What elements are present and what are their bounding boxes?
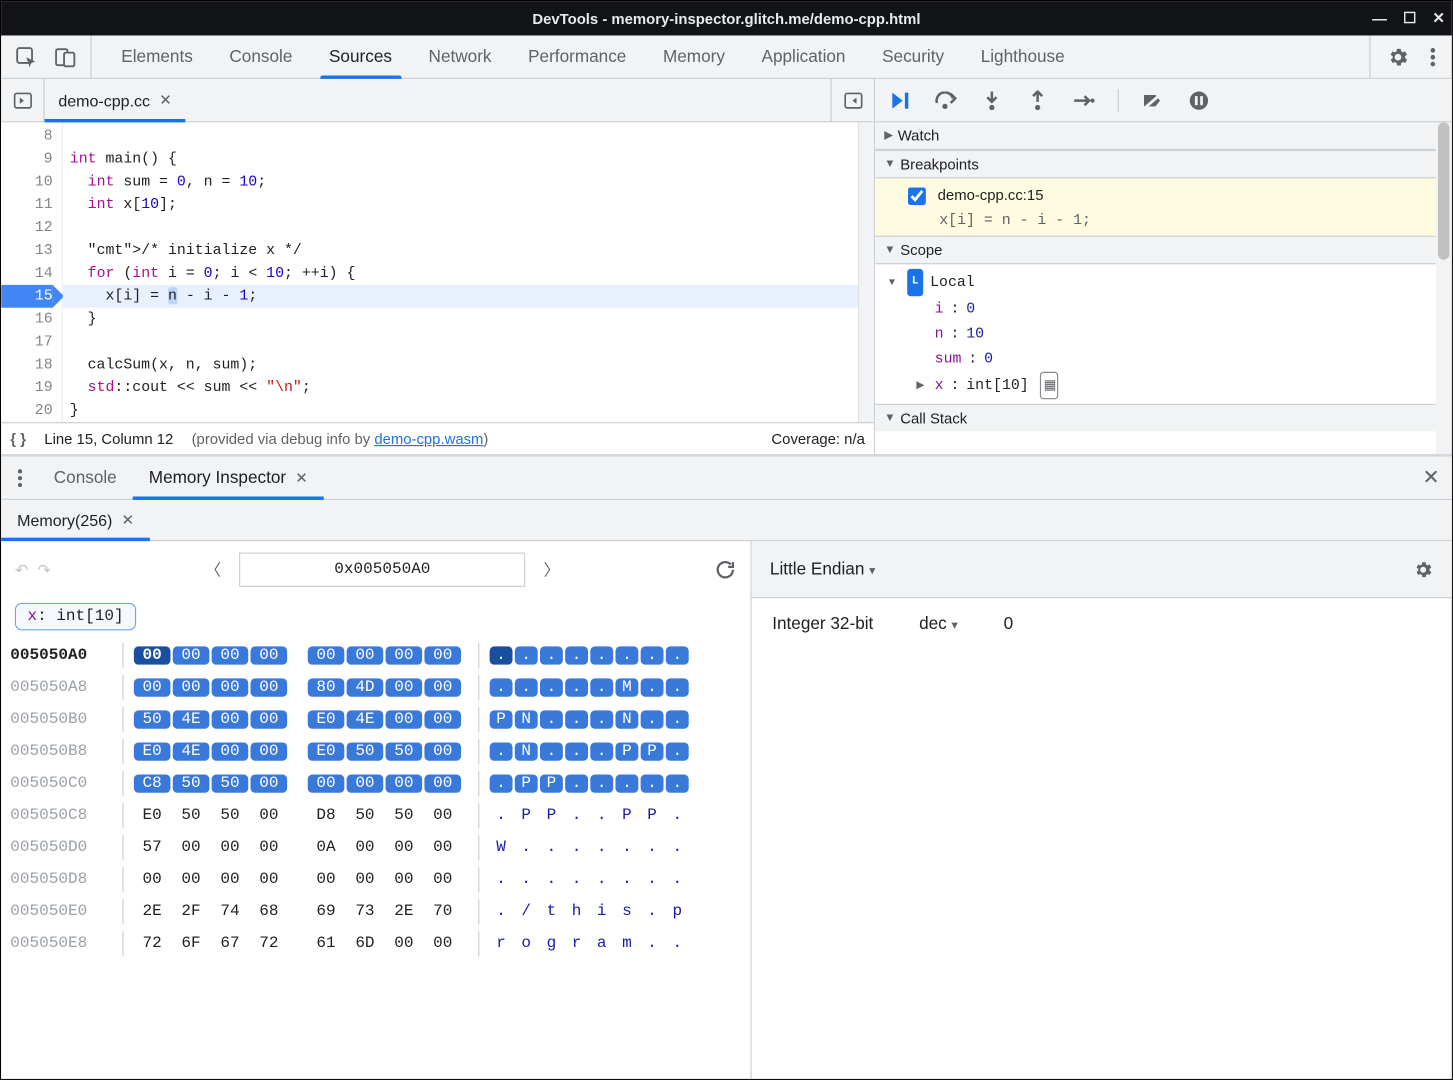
line-gutter[interactable]: 891011121314151617181920 (1, 122, 63, 422)
debug-info-source: (provided via debug info by demo-cpp.was… (192, 430, 489, 447)
resume-icon[interactable] (887, 86, 914, 113)
settings-gear-icon[interactable] (1387, 45, 1410, 68)
tab-sources[interactable]: Sources (311, 35, 411, 77)
window-close-icon[interactable]: ✕ (1432, 9, 1444, 27)
pretty-print-icon[interactable]: { } (10, 430, 26, 447)
debug-toolbar (875, 79, 1452, 122)
breakpoint-label: demo-cpp.cc:15 (938, 186, 1044, 203)
memory-nav-bar: ↶ ↷ 〈 0x005050A0 〉 (1, 541, 750, 598)
file-tab-label: demo-cpp.cc (58, 91, 150, 109)
breakpoints-section-header[interactable]: ▼Breakpoints (875, 150, 1452, 179)
scope-var-x[interactable]: ▶x: int[10]▦ (916, 372, 1451, 399)
hex-row[interactable]: 005050B0504E0000E04E0000PN...N.. (10, 704, 741, 736)
window-title: DevTools - memory-inspector.glitch.me/de… (532, 10, 920, 27)
file-tab-strip: demo-cpp.cc ✕ (1, 79, 874, 122)
tab-console[interactable]: Console (211, 35, 311, 77)
tab-elements[interactable]: Elements (103, 35, 211, 77)
breakpoint-snippet: x[i] = n - i - 1; (905, 212, 1438, 229)
breakpoint-checkbox[interactable] (908, 187, 926, 205)
device-toolbar-icon[interactable] (54, 45, 77, 68)
tab-memory[interactable]: Memory (645, 35, 744, 77)
window-minimize-icon[interactable]: — (1372, 10, 1387, 27)
close-icon[interactable]: ✕ (159, 91, 171, 109)
address-input[interactable]: 0x005050A0 (239, 553, 525, 587)
hex-viewer[interactable]: 005050A00000000000000000........005050A8… (1, 639, 750, 959)
close-icon[interactable]: ✕ (122, 511, 134, 529)
scope-section-header[interactable]: ▼Scope (875, 236, 1452, 265)
tab-application[interactable]: Application (743, 35, 864, 77)
memory-subtab[interactable]: Memory(256)✕ (1, 500, 150, 540)
hex-row[interactable]: 005050A800000000804D0000.....M.. (10, 672, 741, 704)
cursor-position: Line 15, Column 12 (44, 430, 173, 447)
tab-security[interactable]: Security (864, 35, 963, 77)
history-back-icon[interactable]: ↶ (15, 560, 28, 579)
hex-row[interactable]: 005050E02E2F746869732E70./this.p (10, 896, 741, 928)
hex-row[interactable]: 005050C0C850500000000000.PP..... (10, 768, 741, 800)
tab-lighthouse[interactable]: Lighthouse (962, 35, 1083, 77)
history-fwd-icon[interactable]: ↷ (37, 560, 50, 579)
deactivate-breakpoints-icon[interactable] (1139, 86, 1166, 113)
navigator-toggle-icon[interactable] (1, 79, 44, 121)
step-over-icon[interactable] (932, 86, 959, 113)
scrollbar-vertical[interactable] (858, 122, 874, 422)
hex-row[interactable]: 005050B8E04E0000E0505000.N...PP. (10, 736, 741, 768)
editor-status-bar: { } Line 15, Column 12 (provided via deb… (1, 422, 874, 454)
endianness-toggle[interactable]: Little Endian ▾ (770, 559, 876, 578)
coverage-status: Coverage: n/a (771, 430, 864, 447)
reveal-in-memory-icon[interactable]: ▦ (1040, 372, 1058, 399)
breakpoint-item[interactable]: demo-cpp.cc:15 x[i] = n - i - 1; (875, 178, 1452, 235)
scope-var-i[interactable]: i: 0 (916, 296, 1451, 321)
window-titlebar: DevTools - memory-inspector.glitch.me/de… (1, 1, 1452, 35)
value-display: 0 (1004, 614, 1014, 633)
object-highlight-tag[interactable]: x: int[10] (15, 603, 136, 630)
step-icon[interactable] (1070, 86, 1097, 113)
scope-var-sum[interactable]: sum: 0 (916, 347, 1451, 372)
hex-row[interactable]: 005050D80000000000000000........ (10, 864, 741, 896)
code-editor[interactable]: int main() { int sum = 0, n = 10; int x[… (63, 122, 858, 422)
value-panel-body: Integer 32-bit dec ▾ 0 (752, 598, 1452, 649)
page-next-icon[interactable]: 〉 (544, 558, 560, 581)
debugger-toggle-icon[interactable] (831, 79, 874, 121)
drawer-more-icon[interactable] (1, 456, 38, 498)
scrollbar-vertical[interactable] (1436, 122, 1452, 454)
page-prev-icon[interactable]: 〈 (205, 558, 221, 581)
step-into-icon[interactable] (978, 86, 1005, 113)
callstack-section-header[interactable]: ▼Call Stack (875, 404, 1452, 431)
drawer-close-icon[interactable]: ✕ (1411, 456, 1452, 498)
hex-row[interactable]: 005050A00000000000000000........ (10, 639, 741, 671)
value-type-label: Integer 32-bit (772, 614, 873, 633)
hex-row[interactable]: 005050E8726F6772616D0000rogram.. (10, 928, 741, 960)
window-maximize-icon[interactable]: ☐ (1403, 9, 1416, 27)
inspect-element-icon[interactable] (15, 45, 38, 68)
wasm-link[interactable]: demo-cpp.wasm (374, 430, 483, 447)
refresh-icon[interactable] (714, 558, 737, 581)
drawer-tab-console[interactable]: Console (38, 456, 133, 498)
tab-performance[interactable]: Performance (510, 35, 645, 77)
value-format-select[interactable]: dec ▾ (919, 614, 958, 633)
drawer-tab-strip: Console Memory Inspector✕ ✕ (1, 456, 1452, 499)
more-menu-icon[interactable] (1430, 45, 1436, 68)
hex-row[interactable]: 005050C8E0505000D8505000.PP..PP. (10, 800, 741, 832)
watch-section-header[interactable]: ▶Watch (875, 122, 1452, 149)
scope-local-header[interactable]: ▼L Local (889, 269, 1452, 296)
hex-row[interactable]: 005050D0570000000A000000W....... (10, 832, 741, 864)
file-tab-demo-cpp[interactable]: demo-cpp.cc ✕ (45, 79, 186, 121)
value-panel-header: Little Endian ▾ (752, 541, 1452, 598)
close-icon[interactable]: ✕ (295, 468, 307, 486)
step-out-icon[interactable] (1024, 86, 1051, 113)
drawer-tab-memory-inspector[interactable]: Memory Inspector✕ (133, 456, 324, 498)
scope-var-n[interactable]: n: 10 (916, 321, 1451, 346)
value-settings-gear-icon[interactable] (1413, 559, 1434, 580)
main-tab-strip: ElementsConsoleSourcesNetworkPerformance… (1, 35, 1452, 78)
tab-network[interactable]: Network (410, 35, 510, 77)
pause-on-exceptions-icon[interactable] (1185, 86, 1212, 113)
